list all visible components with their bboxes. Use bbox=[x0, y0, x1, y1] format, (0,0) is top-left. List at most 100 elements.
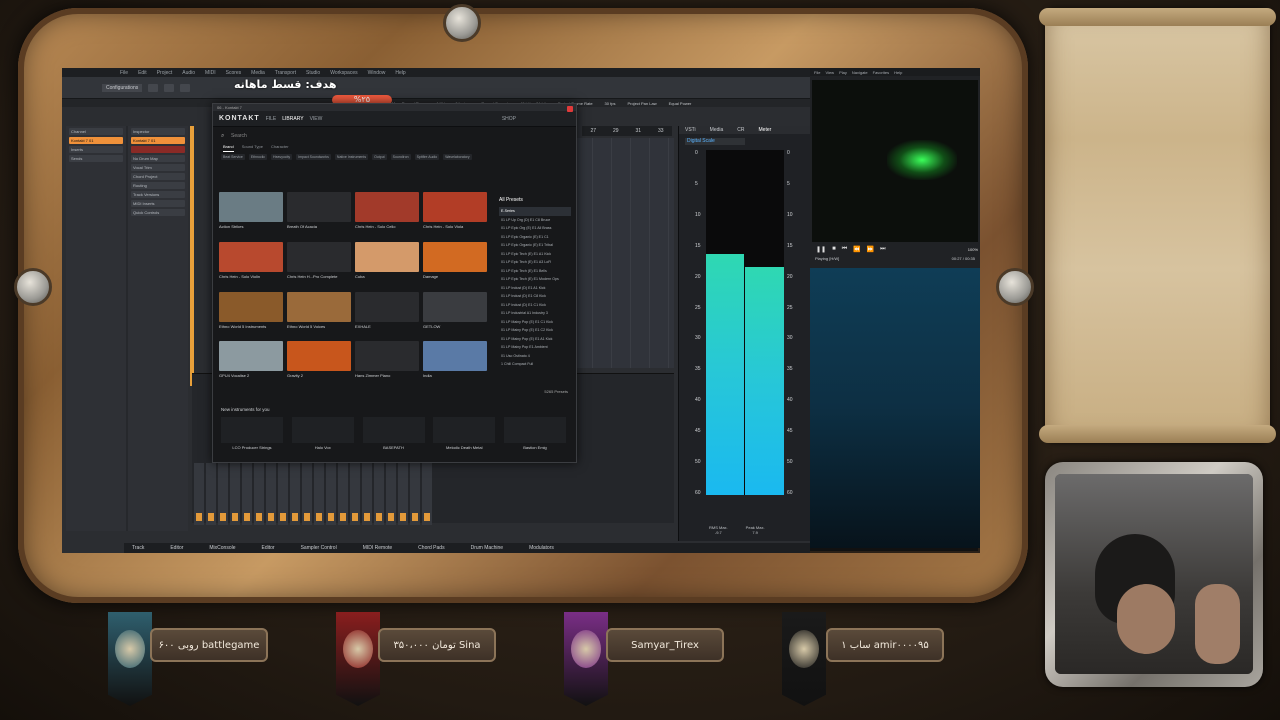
menu-item[interactable]: Scores bbox=[226, 70, 242, 76]
tab-media[interactable]: Media bbox=[710, 127, 724, 133]
mixer-channel-strip[interactable] bbox=[374, 463, 384, 525]
preset-item[interactable]: 01 LP Indust (D) E1 C8 Kick bbox=[499, 292, 571, 301]
preset-item[interactable]: 01 LP Epic Tech (E) E1 Modern Ops bbox=[499, 275, 571, 284]
new-instrument-card[interactable]: Melodic Death Metal bbox=[433, 417, 496, 450]
rewind-icon[interactable]: ⏪ bbox=[853, 246, 860, 253]
mixer-channel-strip[interactable] bbox=[230, 463, 240, 525]
mixer-channel-strip[interactable] bbox=[218, 463, 228, 525]
preset-item[interactable]: 01 LP Epic Tech (E) E1 A3 LoFi bbox=[499, 258, 571, 267]
instrument-tile[interactable]: GETLOW bbox=[423, 291, 487, 336]
inspector-item[interactable]: Chord Project bbox=[131, 173, 185, 180]
preset-item[interactable]: 01 LP Industrial A1 Industry 3 bbox=[499, 309, 571, 318]
preset-item[interactable]: 01 LP Epic Tech (E) E1 Bells bbox=[499, 267, 571, 276]
instrument-tile[interactable]: Chris Hein - Solo Viola bbox=[423, 192, 487, 236]
brand-tag[interactable]: Ethnoclic bbox=[248, 154, 268, 160]
tab-vsti[interactable]: VSTi bbox=[685, 127, 696, 133]
bottom-tab[interactable]: Editor bbox=[170, 545, 183, 551]
menu-item[interactable]: Workspaces bbox=[330, 70, 357, 76]
mixer-channel-strip[interactable] bbox=[302, 463, 312, 525]
tab-character[interactable]: Character bbox=[271, 144, 289, 152]
menu-item[interactable]: Studio bbox=[306, 70, 320, 76]
instrument-tile[interactable]: GPU4 Vocalise 2 bbox=[219, 341, 283, 385]
preset-item[interactable]: 01 LP Epic Tech (E) E1 A1 Kick bbox=[499, 250, 571, 259]
bottom-tab[interactable]: Chord Pads bbox=[418, 545, 444, 551]
preset-item[interactable]: 01 LP Indust (D) E1 A1 Kick bbox=[499, 284, 571, 293]
mixer-channel-strip[interactable] bbox=[422, 463, 432, 525]
player-menu-item[interactable]: Favorites bbox=[873, 70, 889, 75]
mixer-channel-strip[interactable] bbox=[398, 463, 408, 525]
brand-tag[interactable]: Heavyocity bbox=[271, 154, 293, 160]
inspector-item[interactable]: Vocal Trim bbox=[131, 164, 185, 171]
player-menu-item[interactable]: Navigate bbox=[852, 70, 868, 75]
instrument-tile[interactable]: Chris Hein - Solo Cello bbox=[355, 192, 419, 236]
brand-tag[interactable]: Impact Soundworks bbox=[296, 154, 331, 160]
menu-item[interactable]: Edit bbox=[138, 70, 147, 76]
menu-item[interactable]: Window bbox=[368, 70, 386, 76]
nav-view[interactable]: VIEW bbox=[310, 116, 323, 122]
inspector-track-name[interactable]: Kontakt 7 01 bbox=[131, 137, 185, 144]
tab-sound-type[interactable]: Sound Type bbox=[242, 144, 263, 152]
preset-item[interactable]: 01 Uso Ostinato 4 bbox=[499, 352, 571, 361]
shop-link[interactable]: SHOP bbox=[502, 116, 516, 122]
preset-item[interactable]: E-Series bbox=[499, 207, 571, 216]
timeline-ruler[interactable]: 27 29 31 33 bbox=[582, 126, 672, 136]
tab-brand[interactable]: Brand bbox=[223, 144, 234, 152]
instrument-tile[interactable]: EXHALE bbox=[355, 291, 419, 336]
close-icon[interactable] bbox=[567, 106, 573, 112]
menu-item[interactable]: Help bbox=[395, 70, 405, 76]
instrument-tile[interactable]: Gravity 2 bbox=[287, 341, 351, 385]
next-icon[interactable]: ⏭ bbox=[880, 246, 885, 253]
new-instrument-card[interactable]: BASEPATH bbox=[362, 417, 425, 450]
inspector-item[interactable]: Sends bbox=[69, 155, 123, 162]
bottom-tab[interactable]: Drum Machine bbox=[471, 545, 504, 551]
menu-item[interactable]: File bbox=[120, 70, 128, 76]
instrument-tile[interactable]: Chris Hein H...Pro Complete bbox=[287, 241, 351, 286]
record-enable-button[interactable] bbox=[131, 146, 185, 153]
bottom-tab[interactable]: Editor bbox=[262, 545, 275, 551]
instrument-tile[interactable]: Breath Of Acacia bbox=[287, 192, 351, 236]
mixer-channel-strip[interactable] bbox=[266, 463, 276, 525]
toolbar-button[interactable] bbox=[164, 83, 175, 92]
preset-item[interactable]: 01 LP Epic Organic (E) E1 Tribal bbox=[499, 241, 571, 250]
instrument-tile[interactable]: Hans Zimmer Piano bbox=[355, 341, 419, 385]
tab-meter[interactable]: Meter bbox=[759, 127, 772, 133]
menu-item[interactable]: Transport bbox=[275, 70, 296, 76]
bottom-tab[interactable]: MIDI Remote bbox=[363, 545, 392, 551]
instrument-tile[interactable]: Chris Hein - Solo Violin bbox=[219, 241, 283, 286]
volume-value[interactable]: 100% bbox=[968, 247, 978, 252]
preset-item[interactable]: 1 Chill Compact Full bbox=[499, 360, 571, 369]
preset-item[interactable]: 01 LP Mainy Pop (E) E1 C2 Kick bbox=[499, 326, 571, 335]
instrument-tile[interactable]: Ethno World 5 Voices bbox=[287, 291, 351, 336]
tab-inspector[interactable]: Inspector bbox=[131, 128, 185, 135]
menu-item[interactable]: Audio bbox=[182, 70, 195, 76]
mixer-channel-strip[interactable] bbox=[206, 463, 216, 525]
preset-item[interactable]: 01 LP Indust (D) E1 C1 Kick bbox=[499, 301, 571, 310]
player-menu-item[interactable]: Play bbox=[839, 70, 847, 75]
new-instrument-card[interactable]: Halo Vox bbox=[291, 417, 354, 450]
menu-item[interactable]: Project bbox=[157, 70, 173, 76]
inspector-item[interactable]: Inserts bbox=[69, 146, 123, 153]
brand-tag[interactable]: Soundiron bbox=[390, 154, 411, 160]
mixer-channel-strip[interactable] bbox=[278, 463, 288, 525]
brand-tag[interactable]: Beat Service bbox=[221, 154, 245, 160]
mixer-channel-strip[interactable] bbox=[362, 463, 372, 525]
prev-icon[interactable]: ⏮ bbox=[842, 246, 847, 253]
mixer-channel-strip[interactable] bbox=[338, 463, 348, 525]
preset-item[interactable]: 01 LP Mainy Pop (E) E1 C1 Kick bbox=[499, 318, 571, 327]
preset-item[interactable]: 01 LP Mainy Pop (E) E1 A1 Kick bbox=[499, 335, 571, 344]
toolbar-button[interactable] bbox=[148, 83, 159, 92]
menu-item[interactable]: MIDI bbox=[205, 70, 216, 76]
mixer-channel-strip[interactable] bbox=[326, 463, 336, 525]
search-input[interactable]: Search bbox=[221, 133, 568, 142]
video-view[interactable] bbox=[812, 80, 978, 242]
section-quick-controls[interactable]: Quick Controls bbox=[131, 209, 185, 216]
preset-item[interactable]: 01 LP Up Org (D) E1 C8 Bruce bbox=[499, 216, 571, 225]
brand-tag[interactable]: Native Instruments bbox=[334, 154, 369, 160]
new-instrument-card[interactable]: LCO Producer Strings bbox=[221, 417, 283, 450]
section-routing[interactable]: Routing bbox=[131, 182, 185, 189]
brand-tag[interactable]: Wavelaboratory bbox=[443, 154, 472, 160]
stop-icon[interactable]: ■ bbox=[832, 246, 836, 252]
pause-icon[interactable]: ❚❚ bbox=[816, 246, 826, 253]
brand-tag[interactable]: Output bbox=[372, 154, 387, 160]
track-name[interactable]: Kontakt 7 01 bbox=[69, 137, 123, 144]
